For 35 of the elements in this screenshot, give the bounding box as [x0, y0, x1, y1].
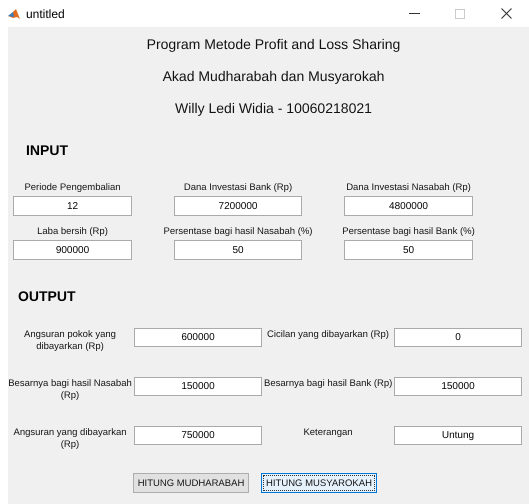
input-field[interactable]: 12: [13, 196, 132, 216]
input-field[interactable]: 50: [174, 240, 302, 260]
output-field[interactable]: 0: [394, 328, 522, 347]
input-field[interactable]: 7200000: [174, 196, 302, 216]
program-title: Willy Ledi Widia - 10060218021: [175, 99, 372, 118]
input-field[interactable]: 4800000: [344, 196, 473, 216]
program-title: Akad Mudharabah dan Musyarokah: [162, 67, 384, 86]
calculate-button[interactable]: HITUNG MUSYAROKAH: [261, 473, 377, 493]
field-label: Laba bersih (Rp): [37, 226, 108, 237]
output-field[interactable]: 150000: [134, 377, 262, 396]
window-title: untitled: [26, 6, 66, 20]
field-label: Besarnya bagi hasil Nasabah (Rp): [8, 377, 132, 402]
field-label: Persentase bagi hasil Nasabah (%): [164, 226, 312, 237]
calculate-button[interactable]: HITUNG MUDHARABAH: [133, 473, 249, 493]
output-field[interactable]: Untung: [394, 426, 522, 445]
close-icon[interactable]: [500, 8, 512, 19]
input-field[interactable]: 900000: [13, 240, 132, 260]
output-field[interactable]: 750000: [134, 426, 262, 445]
field-label: Keterangan: [302, 426, 354, 440]
output-field[interactable]: 150000: [394, 377, 522, 396]
field-label: Cicilan yang dibayarkan (Rp): [266, 328, 390, 342]
field-label: Besarnya bagi hasil Bank (Rp): [264, 377, 392, 391]
field-label: Persentase bagi hasil Bank (%): [342, 226, 475, 237]
field-label: Angsuran pokok yang dibayarkan (Rp): [23, 328, 117, 353]
field-label: Dana Investasi Nasabah (Rp): [346, 182, 471, 193]
input-field[interactable]: 50: [344, 240, 473, 260]
output-field[interactable]: 600000: [134, 328, 262, 347]
field-label: Periode Pengembalian: [24, 182, 121, 193]
section-heading: INPUT: [26, 141, 69, 160]
field-label: Angsuran yang dibayarkan (Rp): [12, 426, 128, 451]
program-title: Program Metode Profit and Loss Sharing: [146, 35, 400, 54]
minimize-icon[interactable]: [408, 12, 420, 14]
section-heading: OUTPUT: [18, 287, 77, 306]
field-label: Dana Investasi Bank (Rp): [184, 182, 292, 193]
app-logo-icon: [8, 8, 20, 20]
